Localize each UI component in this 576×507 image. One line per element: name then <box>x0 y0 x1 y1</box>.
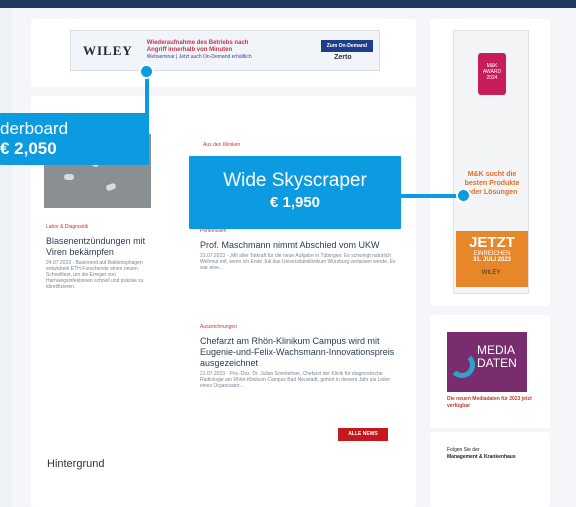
sidebar-follow-panel <box>430 432 550 507</box>
article-meta: 21.07.2023 · Priv.-Doz. Dr. Julian Sonnl… <box>200 371 391 389</box>
ad-cta-button[interactable]: Zum On-Demand <box>320 40 373 52</box>
section-tag[interactable]: Aus den Kliniken <box>203 142 240 148</box>
top-bar <box>0 0 576 8</box>
wiley-logo: WILEY <box>83 42 133 58</box>
article-title[interactable]: Chefarzt am Rhön-Klinikum Campus wird mi… <box>200 336 396 369</box>
article-tag[interactable]: Labor & Diagnostik <box>46 224 151 230</box>
sky-ad-cta[interactable]: JETZT EINREICHEN 31. JULI 2023 <box>456 231 528 287</box>
article-tag[interactable]: Auszeichnungen <box>200 324 396 330</box>
mediadaten-caption[interactable]: Die neuen Mediadaten für 2023 jetzt verf… <box>447 396 539 410</box>
skyscraper-callout: Wide Skyscraper € 1,950 <box>189 156 401 229</box>
skyscraper-connector <box>400 194 464 198</box>
follow-line2: Management & Krankenhaus <box>447 454 516 460</box>
section-heading: Hintergrund <box>47 458 105 470</box>
media-title-2: DATEN <box>477 356 517 370</box>
zerto-logo: Zerto <box>334 54 352 61</box>
cta-main: JETZT <box>469 234 515 251</box>
article-title[interactable]: Blasenentzündungen mit Viren bekämpfen <box>46 236 151 258</box>
ad-subline: Angriff innerhalb von Minuten <box>146 47 233 53</box>
skyscraper-ad[interactable]: M&K AWARD 2024 M&K sucht die besten Prod… <box>453 30 529 294</box>
all-news-button[interactable]: ALLE NEWS <box>338 428 388 441</box>
article-meta: 24.07.2023 · Basierend auf Bakteriophage… <box>46 260 144 290</box>
follow-line1: Folgen Sie der <box>447 447 480 453</box>
news-item-1: Personalien Prof. Maschmann nimmt Abschi… <box>200 228 396 271</box>
article-title[interactable]: Prof. Maschmann nimmt Abschied vom UKW <box>200 240 396 251</box>
background-panel <box>31 442 416 507</box>
leaderboard-marker <box>139 64 154 79</box>
callout-label: derboard <box>0 119 69 138</box>
sky-ad-brand: WILEY <box>481 270 501 276</box>
cta-date: 31. JULI 2023 <box>472 257 512 263</box>
leaderboard-callout: derboard € 2,050 <box>0 113 149 165</box>
follow-box: Folgen Sie der Management & Krankenhaus <box>447 447 557 461</box>
left-article: Labor & Diagnostik Blasenentzündungen mi… <box>46 224 151 290</box>
award-badge: M&K AWARD 2024 <box>478 53 506 95</box>
ad-sub2: Webseminar | Jetzt auch On-Demand erhält… <box>146 54 252 60</box>
callout-price: € 1,950 <box>269 194 321 211</box>
article-meta: 21.07.2023 · „Mit aller Tatkraft für die… <box>200 253 396 271</box>
ad-headline: Wiederaufnahme des Betriebs nach <box>146 40 249 46</box>
news-item-2: Auszeichnungen Chefarzt am Rhön-Klinikum… <box>200 324 396 389</box>
leaderboard-ad[interactable]: WILEY Wiederaufnahme des Betriebs nach A… <box>70 30 380 71</box>
mediadaten-ad[interactable]: MEDIA DATEN <box>447 332 527 392</box>
skyscraper-marker <box>456 188 471 203</box>
callout-label: Wide Skyscraper <box>223 170 367 191</box>
callout-price: € 2,050 <box>0 139 57 158</box>
arrow-icon <box>449 352 475 378</box>
